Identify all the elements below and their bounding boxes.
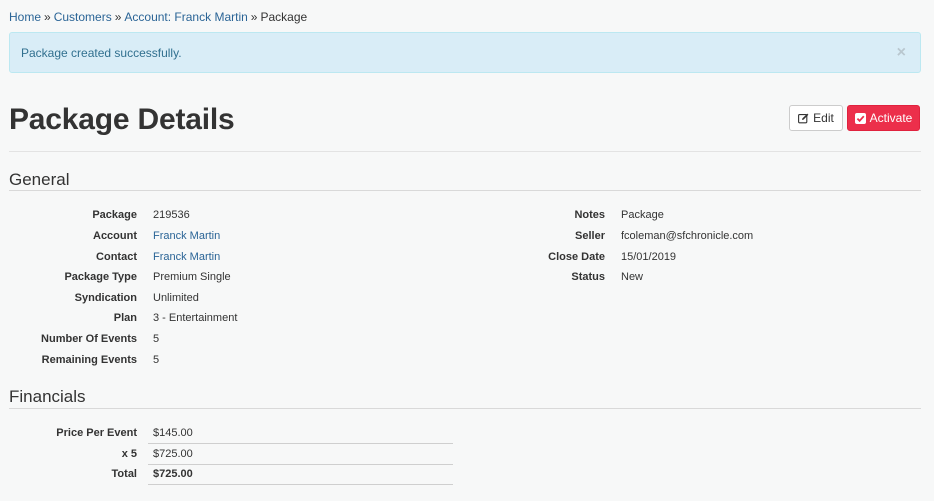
check-square-icon [854, 112, 866, 124]
close-date-label: Close Date [548, 251, 605, 263]
seller-value: fcoleman@sfchronicle.com [621, 230, 754, 242]
financials-divider [9, 408, 921, 409]
financials-heading: Financials [9, 387, 86, 406]
number-of-events-label: Number Of Events [41, 333, 137, 345]
activate-button[interactable]: Activate [847, 105, 920, 131]
breadcrumb-separator: » [114, 10, 122, 24]
breadcrumb-account-link[interactable]: Account: Franck Martin [124, 10, 247, 24]
total-value: $725.00 [153, 468, 193, 480]
syndication-value: Unlimited [153, 292, 199, 304]
breadcrumb-home-link[interactable]: Home [9, 10, 41, 24]
success-alert: Package created successfully. × [9, 32, 921, 73]
account-link[interactable]: Franck Martin [153, 230, 220, 242]
page-title: Package Details [9, 103, 235, 136]
pencil-square-icon [798, 113, 809, 124]
package-label: Package [92, 209, 137, 221]
breadcrumb-customers-link[interactable]: Customers [54, 10, 112, 24]
package-value: 219536 [153, 209, 190, 221]
quantity-label: x 5 [121, 448, 137, 460]
alert-message: Package created successfully. [21, 46, 182, 60]
status-value: New [621, 271, 644, 283]
syndication-label: Syndication [74, 292, 137, 304]
number-of-events-value: 5 [153, 333, 160, 345]
edit-button[interactable]: Edit [789, 105, 843, 131]
general-heading: General [9, 170, 70, 189]
title-divider [9, 151, 921, 152]
total-label: Total [111, 468, 137, 480]
remaining-events-label: Remaining Events [41, 354, 137, 366]
financials-row-divider [148, 464, 453, 465]
breadcrumb: Home» Customers» Account: Franck Martin» Pa… [9, 10, 307, 24]
activate-button-label: Activate [869, 111, 913, 125]
price-per-event-value: $145.00 [153, 427, 193, 439]
plan-label: Plan [113, 312, 137, 324]
close-date-value: 15/01/2019 [621, 251, 677, 263]
close-icon[interactable]: × [897, 45, 906, 61]
status-label: Status [571, 271, 605, 283]
breadcrumb-current: Package [260, 10, 308, 24]
financials-row-divider [148, 443, 453, 444]
general-divider [9, 190, 921, 191]
financials-total-divider [148, 484, 453, 485]
seller-label: Seller [575, 230, 605, 242]
edit-button-label: Edit [813, 111, 834, 125]
account-label: Account [93, 230, 137, 242]
contact-label: Contact [96, 251, 137, 263]
notes-value: Package [621, 209, 664, 221]
package-type-label: Package Type [64, 271, 137, 283]
subtotal-value: $725.00 [153, 448, 193, 460]
breadcrumb-separator: » [250, 10, 258, 24]
breadcrumb-separator: » [44, 10, 51, 24]
contact-link[interactable]: Franck Martin [153, 251, 220, 263]
price-per-event-label: Price Per Event [56, 427, 137, 439]
remaining-events-value: 5 [153, 354, 160, 366]
plan-value: 3 - Entertainment [153, 312, 238, 324]
package-type-value: Premium Single [153, 271, 231, 283]
notes-label: Notes [574, 209, 605, 221]
